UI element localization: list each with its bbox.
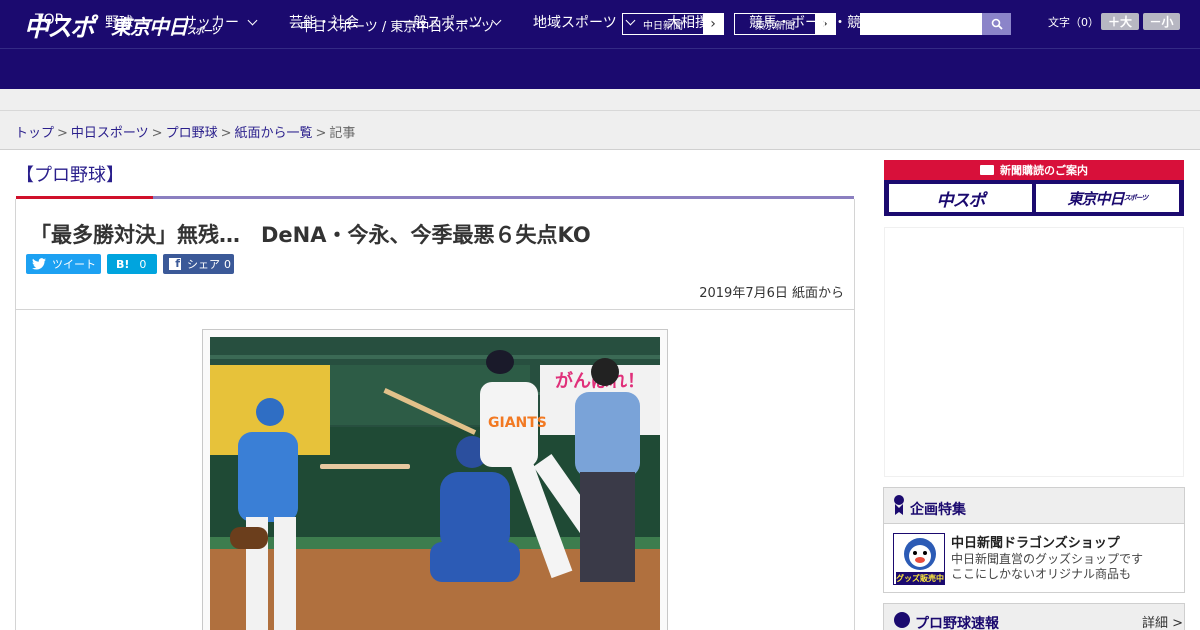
font-smaller-button[interactable]: －小 [1143, 13, 1180, 30]
subscription-banner-title: 新聞購読のご案内 [884, 160, 1184, 180]
chevron-down-icon [247, 15, 258, 26]
article-date: 2019年7月6日 紙面から [699, 286, 844, 301]
shop-badge-text: グッズ販売中 [896, 573, 944, 583]
search-button[interactable] [982, 13, 1011, 35]
nav-item-label: TOP [35, 12, 64, 28]
ribbon-icon [894, 495, 904, 515]
breadcrumb-current: 記事 [329, 126, 356, 141]
category-title: 【プロ野球】 [16, 165, 124, 186]
nav-item-label: その他 [915, 15, 957, 31]
nav-item-racing[interactable]: 競馬・ボート・競輪 [749, 12, 875, 32]
breadcrumb-separator: > [315, 126, 327, 141]
nav-item-top[interactable]: TOP [35, 12, 63, 28]
article-photo[interactable]: がんばれ！ GIANTS [210, 337, 660, 630]
nav-item-sumo[interactable]: 大相撲 [667, 12, 709, 32]
shop-description-line: ここにしかないオリジナル商品も [951, 567, 1132, 581]
nav-item-label: 競馬・ボート・競輪 [749, 15, 875, 31]
chevron-down-icon [965, 15, 976, 26]
breadcrumb-separator: > [151, 126, 163, 141]
sub-nav-bar [0, 89, 1200, 111]
subscription-title-text: 新聞購読のご案内 [1000, 164, 1088, 177]
facebook-share-button[interactable]: f シェア 0 [163, 254, 234, 274]
nav-item-label: 芸能・社会 [289, 15, 359, 31]
dragons-mascot-image: グッズ販売中 [896, 538, 944, 584]
ad-slot [884, 227, 1184, 477]
twitter-icon [32, 258, 46, 270]
main-nav [0, 48, 1200, 89]
breadcrumb-separator: > [220, 126, 232, 141]
facebook-icon: f [169, 257, 181, 270]
breadcrumb-link-paper-list[interactable]: 紙面から一覧 [235, 126, 313, 141]
nav-item-baseball[interactable]: 野球 [105, 12, 152, 32]
breadcrumb-link-pro-baseball[interactable]: プロ野球 [166, 126, 218, 141]
live-score-title: プロ野球速報 [915, 616, 999, 630]
hatena-bookmark-button[interactable]: B! 0 [107, 254, 157, 274]
search-icon [991, 18, 1003, 30]
font-larger-button[interactable]: ＋大 [1101, 13, 1139, 30]
breadcrumb-link-chunichi-sports[interactable]: 中日スポーツ [71, 126, 149, 141]
nav-item-label: 地域スポーツ [533, 15, 617, 31]
font-size-label: 文字（0） [1048, 16, 1099, 29]
breadcrumb-separator: > [57, 126, 68, 141]
hatena-count: 0 [139, 257, 147, 271]
nav-item-regional-sports[interactable]: 地域スポーツ [533, 12, 636, 32]
nav-item-other[interactable]: その他 [915, 12, 976, 32]
shop-title[interactable]: 中日新聞ドラゴンズショップ [951, 532, 1120, 551]
nav-item-soccer[interactable]: サッカー [183, 12, 258, 32]
hatena-label: B! [116, 257, 130, 271]
shop-description: 中日新聞直営のグッズショップです ここにしかないオリジナル商品も [951, 552, 1143, 582]
nav-item-label: サッカー [183, 15, 239, 31]
article-headline: 「最多勝対決」無残… DeNA・今永、今季最悪６失点KO [30, 223, 591, 247]
live-score-details-link[interactable]: 詳細 > [1142, 612, 1183, 630]
chevron-down-icon [141, 15, 152, 26]
breadcrumb-link-top[interactable]: トップ [15, 126, 54, 141]
baseball-photo-illustration: がんばれ！ GIANTS [210, 337, 660, 630]
shop-description-line: 中日新聞直営のグッズショップです [951, 552, 1144, 566]
breadcrumb: トップ > 中日スポーツ > プロ野球 > 紙面から一覧 > 記事 [15, 122, 355, 141]
facebook-count: 0 [224, 257, 231, 271]
nav-item-label: 大相撲 [667, 15, 709, 31]
svg-text:GIANTS: GIANTS [488, 415, 547, 431]
tokyo-chunichi-subscribe-button[interactable]: 東京中日 スポーツ [1036, 184, 1179, 212]
nav-item-entertainment[interactable]: 芸能・社会 [289, 12, 359, 32]
newspaper-icon [980, 165, 994, 175]
tokyo-chunichi-subscribe-label: 東京中日 [1067, 189, 1125, 208]
article-divider [16, 309, 854, 310]
nav-item-general-sports[interactable]: 一般スポーツ [399, 12, 502, 32]
chevron-down-icon [491, 15, 502, 26]
tokyo-chunichi-subscribe-suffix: スポーツ [1123, 194, 1149, 202]
dragons-shop-thumbnail[interactable]: グッズ販売中 [893, 533, 945, 585]
nav-item-label: 一般スポーツ [399, 15, 483, 31]
tweet-label: ツイート [52, 258, 96, 271]
chevron-down-icon [625, 15, 636, 26]
facebook-label: シェア [187, 258, 220, 271]
baseball-icon [894, 612, 910, 628]
feature-title: 企画特集 [910, 502, 966, 518]
chunichi-sports-subscribe-button[interactable]: 中スポ [889, 184, 1032, 212]
nav-item-label: 野球 [105, 15, 133, 31]
tweet-button[interactable]: ツイート [26, 254, 101, 274]
